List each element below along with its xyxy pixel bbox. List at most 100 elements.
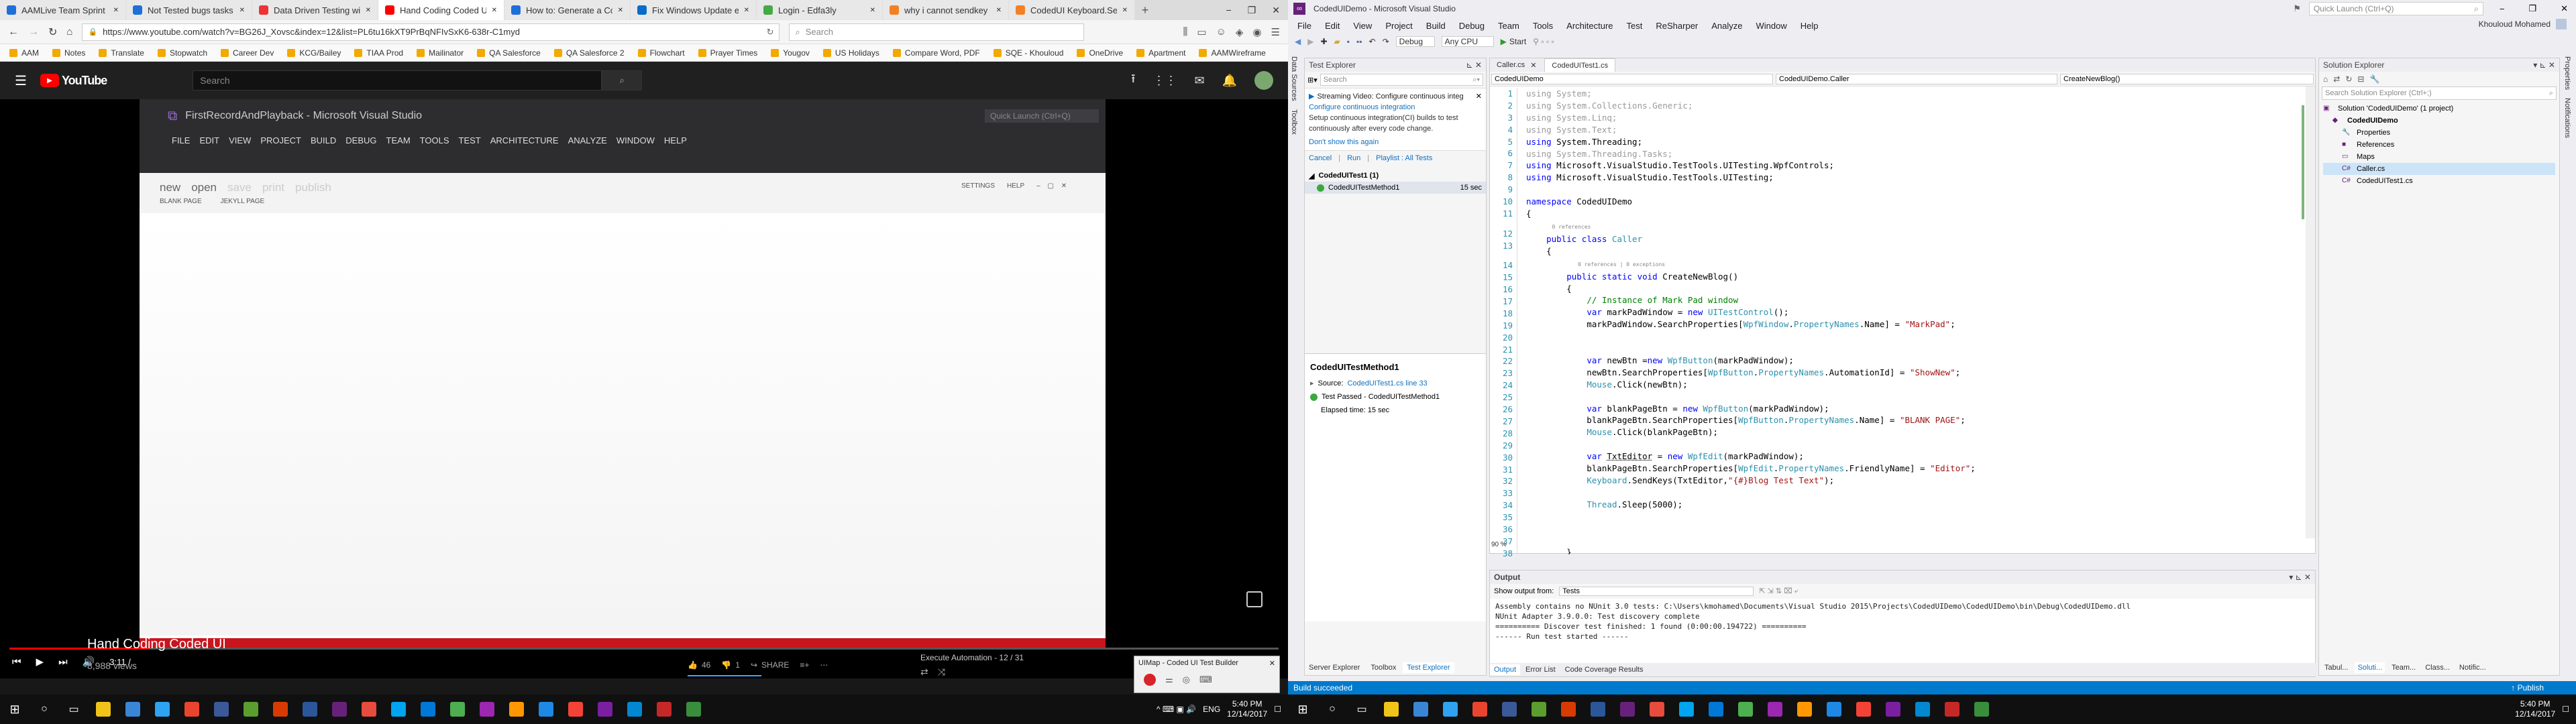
notifications-icon[interactable]: 🔔 <box>1222 74 1237 88</box>
browser-tab[interactable]: AAMLive Team Sprint b ✕ <box>0 0 126 20</box>
uimap-close-icon[interactable]: ✕ <box>1269 659 1275 668</box>
address-bar[interactable]: 🔒 https://www.youtube.com/watch?v=BG26J_… <box>82 23 780 41</box>
tray-icons[interactable]: ^ ⌨ ▣ 🔊 <box>1157 705 1196 714</box>
bookmark-item[interactable]: AAM <box>3 48 46 58</box>
like-button[interactable]: 👍 46 <box>688 660 710 670</box>
upload-icon[interactable]: ⭱ <box>1131 70 1135 90</box>
loop-icon[interactable]: ⇄ <box>920 666 928 678</box>
bookmark-item[interactable]: Translate <box>92 48 151 58</box>
hide-notice-link[interactable]: Don't show this again <box>1309 137 1482 147</box>
back-nav-icon[interactable]: ◀ <box>1295 37 1301 46</box>
vs-menu-tools[interactable]: Tools <box>1526 21 1560 31</box>
new-project-icon[interactable]: ✚ <box>1320 37 1327 46</box>
editor-zoom[interactable]: 90 % <box>1491 541 1507 548</box>
taskbar-app-icon[interactable] <box>1406 695 1436 724</box>
se-home-icon[interactable]: ⌂ <box>2323 74 2328 84</box>
vs-menu-window[interactable]: Window <box>1750 21 1794 31</box>
markpad-help[interactable]: HELP <box>1007 182 1024 190</box>
ci-link[interactable]: Configure continuous integration <box>1309 102 1482 113</box>
test-search-input[interactable]: Search ⌕▾ <box>1320 74 1483 86</box>
tab-codeduitest1[interactable]: CodedUITest1.cs <box>1544 58 1616 72</box>
bookmark-item[interactable]: SQE - Khouloud <box>987 48 1071 58</box>
tab-close-icon[interactable]: ✕ <box>239 7 245 14</box>
vs-menu-test[interactable]: Test <box>1620 21 1650 31</box>
test-row[interactable]: CodedUITestMethod1 15 sec <box>1305 182 1486 194</box>
tab-close-icon[interactable]: ✕ <box>996 7 1002 14</box>
nav-project[interactable]: CodedUIDemo <box>1491 73 1773 84</box>
taskbar-app-icon[interactable] <box>1554 695 1583 724</box>
notification-center-icon-2[interactable]: ☐ <box>2562 705 2569 714</box>
taskbar-app-icon[interactable] <box>1967 695 1996 724</box>
taskbar-app-icon[interactable] <box>443 695 472 724</box>
nav-member[interactable]: CreateNewBlog() <box>2060 73 2314 84</box>
bookmark-item[interactable]: Compare Word, PDF <box>886 48 987 58</box>
code-area[interactable]: using System; using System.Collections.G… <box>1526 88 2298 554</box>
taskbar-app-icon[interactable] <box>472 695 502 724</box>
prev-icon[interactable]: ⏮ <box>12 656 21 668</box>
vs-menu-debug[interactable]: Debug <box>1452 21 1491 31</box>
home-icon[interactable]: ⌂ <box>66 26 72 38</box>
task-view-icon[interactable]: ▭ <box>59 695 89 724</box>
vs-minimize[interactable]: − <box>2491 4 2513 14</box>
attach-icon[interactable]: ⚲ ▫ ▫ ▫ <box>1533 37 1554 46</box>
markpad-menu-publish[interactable]: publish <box>295 181 331 194</box>
bookmark-item[interactable]: Mailinator <box>410 48 470 58</box>
taskbar-app-icon[interactable] <box>1613 695 1642 724</box>
se-tab[interactable]: Soluti... <box>2355 662 2385 673</box>
vs-quick-launch[interactable]: Quick Launch (Ctrl+Q) ⌕ <box>2308 2 2483 15</box>
bookmark-item[interactable]: US Holidays <box>816 48 886 58</box>
open-icon[interactable]: ▰ <box>1334 37 1340 46</box>
hamburger-icon[interactable]: ☰ <box>15 72 27 89</box>
taskbar-app-icon[interactable] <box>1819 695 1849 724</box>
taskbar-app-icon[interactable] <box>679 695 708 724</box>
minimize-icon[interactable]: − <box>1226 5 1232 15</box>
restore-icon[interactable]: ❐ <box>1248 5 1256 16</box>
browser-tab[interactable]: CodedUI Keyboard.Sen ✕ <box>1009 0 1135 20</box>
taskbar-app-icon[interactable] <box>620 695 649 724</box>
vs-menu-project[interactable]: Project <box>1379 21 1419 31</box>
sidebar-icon[interactable]: ▭ <box>1197 26 1206 38</box>
bookmark-item[interactable]: TIAA Prod <box>347 48 410 58</box>
taskbar-app-icon[interactable] <box>1731 695 1760 724</box>
vs-menu-edit[interactable]: Edit <box>1318 21 1346 31</box>
cortana-icon-2[interactable]: ○ <box>1318 695 1347 724</box>
apps-icon[interactable]: ⋮⋮ <box>1152 74 1177 88</box>
run-link[interactable]: Run <box>1347 154 1360 162</box>
save-icon[interactable]: ▪ <box>1347 37 1350 46</box>
taskbar-app-icon[interactable] <box>266 695 295 724</box>
taskbar-app-icon[interactable] <box>1878 695 1908 724</box>
platform-select[interactable]: Any CPU <box>1441 36 1494 47</box>
tab-close-icon[interactable]: ✕ <box>113 7 119 14</box>
bookmark-item[interactable]: Notes <box>46 48 92 58</box>
tab-close-icon[interactable]: ✕ <box>1530 61 1536 70</box>
se-props-icon[interactable]: 🔧 <box>2369 74 2379 84</box>
extension-icon[interactable]: ◈ <box>1236 26 1244 38</box>
taskbar-app-icon[interactable] <box>1642 695 1672 724</box>
task-view-icon-2[interactable]: ▭ <box>1347 695 1377 724</box>
taskbar-app-icon[interactable] <box>325 695 354 724</box>
shuffle-icon[interactable]: ⤨ <box>938 666 945 678</box>
tool-tab[interactable]: Test Explorer <box>1403 662 1454 673</box>
bookmark-item[interactable]: QA Salesforce <box>470 48 547 58</box>
play-icon[interactable]: ▶ <box>36 656 44 668</box>
save-all-icon[interactable]: ▪▪ <box>1356 37 1362 46</box>
account-icon[interactable]: ☺ <box>1216 26 1226 38</box>
bookmark-item[interactable]: Stopwatch <box>151 48 214 58</box>
taskbar-app-icon[interactable] <box>1790 695 1819 724</box>
tool-tab[interactable]: Toolbox <box>1366 662 1400 673</box>
undo-icon[interactable]: ↶ <box>1369 37 1376 46</box>
bookmark-item[interactable]: QA Salesforce 2 <box>547 48 631 58</box>
bookmark-item[interactable]: Apartment <box>1130 48 1192 58</box>
taskbar-app-icon[interactable] <box>1465 695 1495 724</box>
taskbar-app-icon[interactable] <box>1377 695 1406 724</box>
record-icon[interactable] <box>1144 674 1156 686</box>
reload-icon-small[interactable]: ↻ <box>767 27 774 38</box>
messages-icon[interactable]: ✉ <box>1194 74 1204 88</box>
bookmark-item[interactable]: Prayer Times <box>692 48 765 58</box>
markpad-settings[interactable]: SETTINGS <box>961 182 995 190</box>
taskbar-app-icon[interactable] <box>207 695 236 724</box>
source-link[interactable]: CodedUITest1.cs line 33 <box>1347 377 1427 390</box>
se-collapse-icon[interactable]: ⊟ <box>2357 74 2364 84</box>
publish-button[interactable]: ↑ Publish <box>2511 683 2544 692</box>
taskbar-app-icon[interactable] <box>384 695 413 724</box>
